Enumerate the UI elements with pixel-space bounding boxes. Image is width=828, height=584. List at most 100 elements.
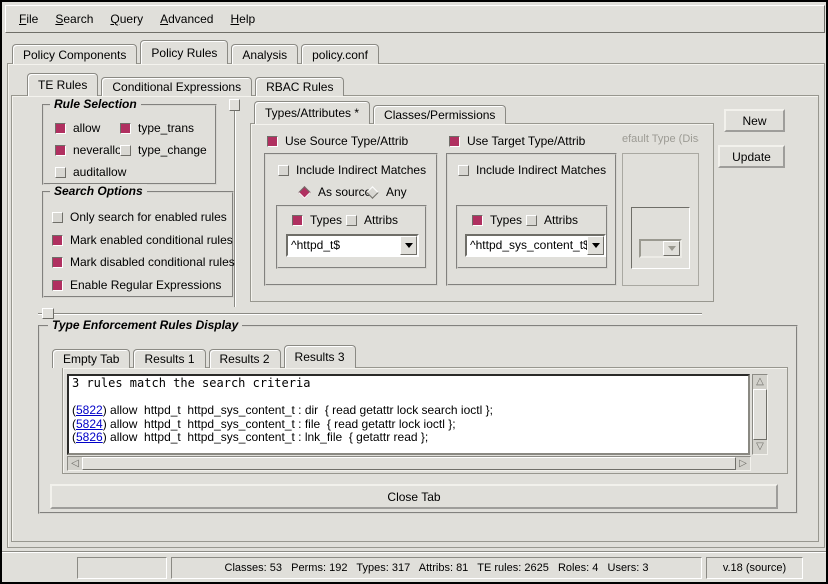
menu-advanced[interactable]: Advanced [160,12,213,26]
status-version-panel: v.18 (source) [706,557,803,579]
checkbox-indicator [120,145,131,156]
menu-query[interactable]: Query [110,12,143,26]
tab-policy-conf[interactable]: policy.conf [301,44,379,64]
scroll-right-arrow-icon[interactable]: ▷ [736,457,750,470]
checkbox-label: Attribs [544,213,578,227]
tab-label: TE Rules [38,78,87,92]
checkbox-target-types[interactable]: Types [472,213,522,227]
rule-text: ) allow httpd_t httpd_sys_content_t : di… [103,403,493,417]
checkbox-only-enabled-rules[interactable]: Only search for enabled rules [52,210,227,224]
checkbox-enable-regex[interactable]: Enable Regular Expressions [52,278,221,292]
checkbox-indicator [52,257,63,268]
scroll-up-arrow-icon[interactable]: △ [753,375,767,389]
checkbox-type-trans[interactable]: type_trans [120,121,194,135]
tab-conditional-expressions[interactable]: Conditional Expressions [101,77,252,96]
sub-tab-bar: TE Rules Conditional Expressions RBAC Ru… [27,73,344,96]
checkbox-label: type_change [138,143,207,157]
checkbox-target-attribs[interactable]: Attribs [526,213,578,227]
checkbox-source-indirect[interactable]: Include Indirect Matches [278,163,426,177]
policy-version-text: v.18 (source) [723,562,786,574]
radio-indicator [298,186,311,199]
tab-label: Policy Rules [151,46,217,60]
vertical-sash-handle[interactable] [229,99,240,111]
tab-label: Results 3 [295,350,345,364]
dropdown-arrow-icon[interactable] [587,236,604,255]
checkbox-use-source-type[interactable]: Use Source Type/Attrib [267,134,408,148]
button-label: New [742,114,766,128]
menu-file-rest: ile [26,12,38,26]
checkbox-mark-enabled-conditional[interactable]: Mark enabled conditional rules [52,233,233,247]
combobox-value [641,241,663,256]
checkbox-target-indirect[interactable]: Include Indirect Matches [458,163,606,177]
default-type-inner-box [631,207,690,269]
radio-as-source[interactable]: As source [298,185,371,199]
target-type-combobox[interactable]: ^httpd_sys_content_t$ [465,234,606,257]
horizontal-sash [38,313,702,315]
checkbox-indicator [52,280,63,291]
checkbox-label: Mark disabled conditional rules [70,255,235,269]
tab-label: policy.conf [312,48,368,62]
radio-label: As source [318,185,371,199]
rule-number-link[interactable]: 5824 [76,417,103,431]
checkbox-allow[interactable]: allow [55,121,100,135]
rule-line: (5822) allow httpd_t httpd_sys_content_t… [72,404,745,418]
scroll-down-arrow-icon[interactable]: ▽ [753,440,767,454]
horizontal-scroll-thumb[interactable] [82,457,736,470]
app-window: File Search Query Advanced Help Policy C… [0,0,828,584]
results-horizontal-scrollbar[interactable]: ◁ ▷ [67,456,751,471]
checkbox-indicator [120,123,131,134]
tab-empty-tab[interactable]: Empty Tab [52,349,130,368]
checkbox-label: Use Target Type/Attrib [467,134,585,148]
tab-policy-components[interactable]: Policy Components [12,44,137,64]
checkbox-label: Types [310,213,342,227]
checkbox-label: Only search for enabled rules [70,210,227,224]
checkbox-label: auditallow [73,165,126,179]
horizontal-sash-handle[interactable] [42,308,54,319]
checkbox-type-change[interactable]: type_change [120,143,207,157]
tab-label: Empty Tab [63,352,119,366]
scroll-left-arrow-icon[interactable]: ◁ [68,457,82,470]
rule-selection-title: Rule Selection [50,97,141,111]
results-header: 3 rules match the search criteria [72,377,745,391]
combobox-value: ^httpd_t$ [288,236,400,255]
default-type-combobox [639,239,682,258]
main-tab-bar: Policy Components Policy Rules Analysis … [12,40,379,64]
tab-label: Conditional Expressions [112,80,241,94]
button-label: Update [732,150,771,164]
close-tab-button[interactable]: Close Tab [50,484,778,509]
new-button[interactable]: New [724,109,785,132]
tab-classes-permissions[interactable]: Classes/Permissions [373,105,506,124]
checkbox-source-types[interactable]: Types [292,213,342,227]
menu-help[interactable]: Help [230,12,255,26]
tab-te-rules[interactable]: TE Rules [27,73,98,96]
tab-types-attributes[interactable]: Types/Attributes * [254,101,370,124]
rule-text: ) allow httpd_t httpd_sys_content_t : fi… [103,417,456,431]
tab-policy-rules[interactable]: Policy Rules [140,40,228,64]
checkbox-auditallow[interactable]: auditallow [55,165,126,179]
menu-query-rest: uery [120,12,143,26]
radio-any[interactable]: Any [366,185,407,199]
menu-file[interactable]: File [19,12,38,26]
checkbox-indicator [55,145,66,156]
menu-search[interactable]: Search [55,12,93,26]
vertical-scroll-thumb[interactable] [753,389,767,440]
rule-number-link[interactable]: 5822 [76,403,103,417]
update-button[interactable]: Update [718,145,785,168]
tab-results-1[interactable]: Results 1 [133,349,205,368]
tab-results-2[interactable]: Results 2 [209,349,281,368]
menu-advanced-hotkey: A [160,12,168,26]
tab-rbac-rules[interactable]: RBAC Rules [255,77,344,96]
checkbox-indicator [472,215,483,226]
checkbox-source-attribs[interactable]: Attribs [346,213,398,227]
checkbox-label: Attribs [364,213,398,227]
dropdown-arrow-icon[interactable] [400,236,417,255]
checkbox-mark-disabled-conditional[interactable]: Mark disabled conditional rules [52,255,235,269]
tab-analysis[interactable]: Analysis [231,44,298,64]
checkbox-use-target-type[interactable]: Use Target Type/Attrib [449,134,585,148]
results-vertical-scrollbar[interactable]: △ ▽ [752,374,768,455]
tab-results-3[interactable]: Results 3 [284,345,356,368]
rule-number-link[interactable]: 5826 [76,430,103,444]
tab-label: Results 2 [220,352,270,366]
source-type-combobox[interactable]: ^httpd_t$ [286,234,419,257]
ta-tab-bar: Types/Attributes * Classes/Permissions [254,102,506,124]
